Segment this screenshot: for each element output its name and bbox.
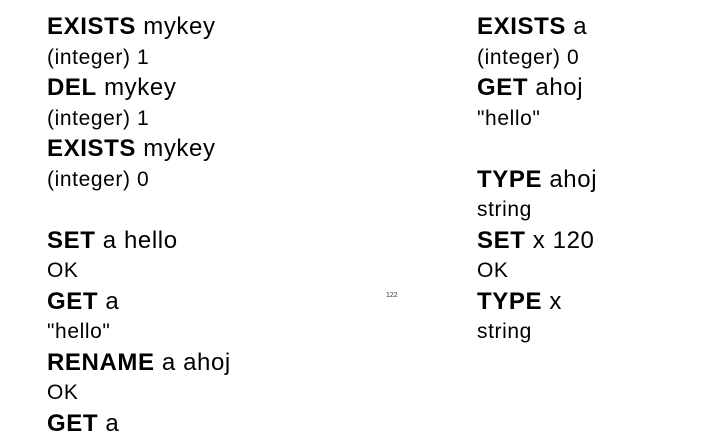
command-args: mykey: [135, 13, 216, 40]
command-line: GET a: [47, 409, 231, 439]
command-output: "hello": [477, 106, 541, 130]
command-args: x: [542, 287, 562, 315]
command-keyword: TYPE: [477, 165, 543, 193]
command-keyword: SET: [477, 226, 526, 254]
command-block: TYPE ahoj string SET x 120 OK TYPE x str…: [477, 165, 597, 348]
command-block: SET a hello OK GET a "hello" RENAME a ah…: [47, 226, 231, 439]
command-keyword: TYPE: [477, 287, 543, 315]
command-output: "hello": [47, 320, 111, 343]
command-block: EXISTS a (integer) 0 GET ahoj "hello": [477, 12, 597, 134]
command-keyword: EXISTS: [477, 13, 566, 40]
command-keyword: SET: [47, 226, 96, 254]
command-args: ahoj: [528, 74, 584, 101]
command-args: ahoj: [542, 165, 598, 193]
command-keyword: GET: [477, 74, 529, 101]
right-command-column: EXISTS a (integer) 0 GET ahoj "hello" TY…: [477, 12, 597, 348]
command-keyword: GET: [47, 409, 99, 437]
command-keyword: EXISTS: [47, 135, 136, 162]
command-line: TYPE x: [477, 287, 597, 318]
command-output: (integer) 1: [47, 45, 150, 69]
command-args: mykey: [135, 135, 216, 162]
command-output: OK: [477, 259, 509, 282]
command-line: SET a hello: [47, 226, 231, 257]
left-command-column: EXISTS mykey (integer) 1 DEL mykey (inte…: [47, 12, 231, 439]
command-line: DEL mykey: [47, 73, 231, 104]
command-args: a: [98, 409, 120, 437]
command-args: a: [98, 287, 120, 315]
command-line: GET a: [47, 287, 231, 318]
command-line: EXISTS mykey: [47, 12, 231, 43]
command-keyword: DEL: [47, 74, 97, 101]
command-args: a: [565, 13, 588, 40]
command-line: RENAME a ahoj: [47, 348, 231, 379]
command-args: mykey: [96, 74, 177, 101]
command-line: EXISTS mykey: [47, 134, 231, 165]
command-output: (integer) 1: [47, 106, 150, 130]
command-line: EXISTS a: [477, 12, 597, 43]
command-line: GET ahoj: [477, 73, 597, 104]
command-line: SET x 120: [477, 226, 597, 257]
command-block: EXISTS mykey (integer) 1 DEL mykey (inte…: [47, 12, 231, 195]
command-output: OK: [47, 259, 79, 282]
command-line: TYPE ahoj: [477, 165, 597, 196]
command-keyword: EXISTS: [47, 13, 136, 40]
command-keyword: RENAME: [47, 348, 155, 376]
command-output: string: [477, 320, 532, 343]
page-number: 122: [386, 292, 398, 299]
command-args: a hello: [95, 226, 178, 254]
command-args: a ahoj: [154, 348, 231, 376]
command-output: (integer) 0: [477, 45, 580, 69]
command-output: OK: [47, 381, 79, 404]
command-keyword: GET: [47, 287, 99, 315]
command-args: x 120: [525, 226, 595, 254]
command-output: (integer) 0: [47, 167, 150, 191]
command-output: string: [477, 198, 532, 221]
